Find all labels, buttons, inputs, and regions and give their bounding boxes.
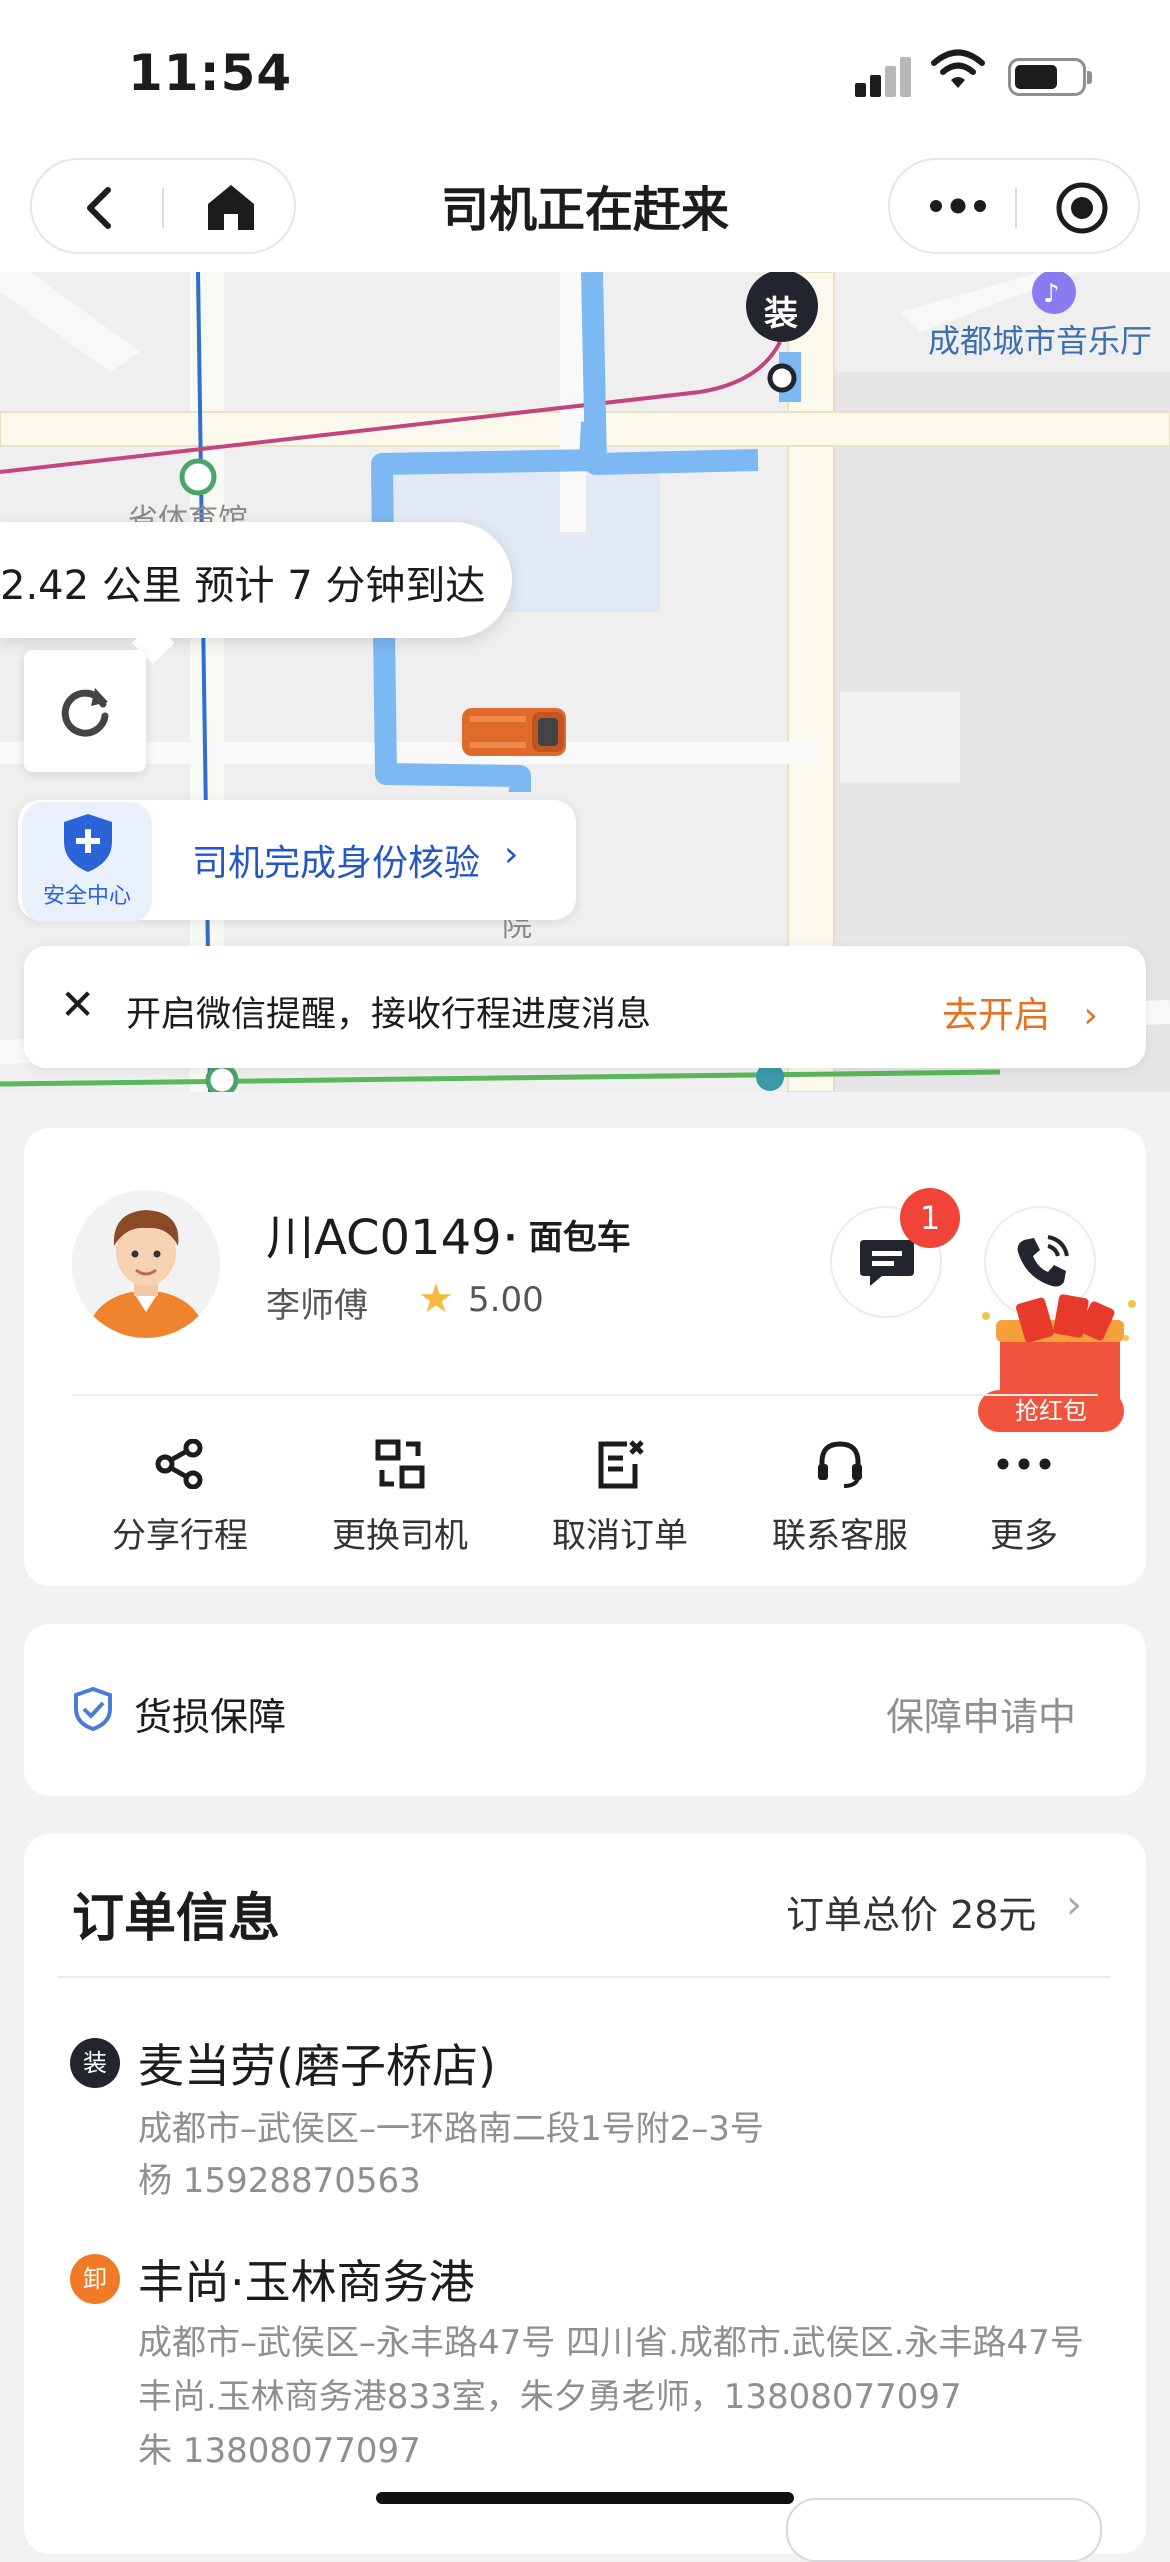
customer-service-button[interactable]: 联系客服	[740, 1432, 940, 1557]
more-icon	[997, 1458, 1051, 1470]
enable-reminder-label: 去开启	[942, 995, 1051, 1036]
action-label: 取消订单	[552, 1516, 688, 1556]
refresh-icon	[61, 688, 109, 737]
partially-visible-button[interactable]	[786, 2498, 1102, 2562]
action-label: 分享行程	[112, 1516, 248, 1556]
action-label: 联系客服	[772, 1516, 908, 1556]
chevron-right-icon: ›	[1083, 995, 1098, 1036]
shield-check-icon	[74, 1686, 112, 1732]
wifi-icon	[931, 49, 985, 88]
share-trip-button[interactable]: 分享行程	[80, 1432, 280, 1557]
divider	[58, 1976, 1110, 1978]
headset-icon	[818, 1441, 862, 1488]
phone-icon	[1017, 1235, 1069, 1287]
poi-label: 成都城市音乐厅	[928, 322, 1152, 360]
dropoff-address: 成都市–武侯区–永丰路47号 四川省.成都市.武侯区.永丰路47号丰尚.玉林商务…	[138, 2323, 1084, 2417]
close-icon[interactable]: ✕	[60, 980, 95, 1029]
chevron-right-icon[interactable]: ›	[1066, 1882, 1082, 1928]
action-label: 更换司机	[332, 1516, 468, 1556]
shield-plus-icon	[64, 814, 112, 872]
cellular-signal-icon	[855, 55, 913, 97]
share-icon	[155, 1439, 203, 1489]
order-total-price[interactable]: 订单总价 28元	[786, 1884, 1036, 1939]
red-packet-label[interactable]: 抢红包	[978, 1390, 1124, 1432]
identity-verified-text[interactable]: 司机完成身份核验	[192, 834, 480, 886]
more-actions-button[interactable]: 更多	[924, 1432, 1124, 1557]
wechat-reminder-text: 开启微信提醒，接收行程进度消息	[126, 995, 652, 1035]
safety-center-label: 安全中心	[42, 884, 131, 909]
driver-rating: 5.00	[468, 1280, 544, 1320]
dropoff-place-name: 丰尚·玉林商务港	[138, 2255, 475, 2309]
battery-icon	[1008, 58, 1092, 96]
unread-badge: 1	[900, 1188, 960, 1248]
divider	[72, 1394, 1098, 1396]
refresh-button[interactable]	[24, 650, 146, 772]
pickup-contact: 杨 15928870563	[138, 2161, 421, 2201]
driver-avatar	[72, 1190, 220, 1338]
more-menu-icon[interactable]	[928, 196, 988, 216]
swap-driver-icon	[375, 1439, 425, 1489]
enable-reminder-button[interactable]: 去开启 ›	[942, 986, 1098, 1038]
pickup-place-name: 麦当劳(磨子桥店)	[138, 2039, 496, 2093]
insurance-status: 保障申请中	[886, 1695, 1077, 1739]
eta-text: 2.42 公里 预计 7 分钟到达	[0, 563, 486, 609]
miniprogram-capsule	[888, 158, 1140, 254]
chat-icon	[860, 1240, 914, 1286]
status-time: 11:54	[128, 44, 293, 102]
action-label: 更多	[990, 1516, 1058, 1556]
home-indicator	[376, 2492, 794, 2504]
svg-text:♪: ♪	[1043, 279, 1060, 309]
dropoff-contact: 朱 13808077097	[138, 2431, 421, 2471]
star-icon: ★	[418, 1276, 454, 1322]
close-miniprogram-icon[interactable]	[1054, 180, 1110, 236]
pickup-address: 成都市–武侯区–一环路南二段1号附2–3号	[138, 2109, 764, 2149]
cancel-order-button[interactable]: 取消订单	[520, 1432, 720, 1557]
order-info-title: 订单信息	[72, 1889, 281, 1949]
insurance-title: 货损保障	[134, 1695, 287, 1739]
change-driver-button[interactable]: 更换司机	[300, 1432, 500, 1557]
driver-name: 李师傅	[266, 1286, 368, 1326]
pickup-pin-icon: 装	[70, 2038, 120, 2088]
dropoff-pin-icon: 卸	[70, 2254, 120, 2304]
chevron-right-icon: ›	[504, 834, 519, 875]
load-marker-text: 装	[764, 294, 798, 334]
cancel-order-icon	[598, 1440, 644, 1489]
vehicle-type: · 面包车	[504, 1218, 631, 1258]
license-plate: 川AC0149	[266, 1210, 502, 1266]
